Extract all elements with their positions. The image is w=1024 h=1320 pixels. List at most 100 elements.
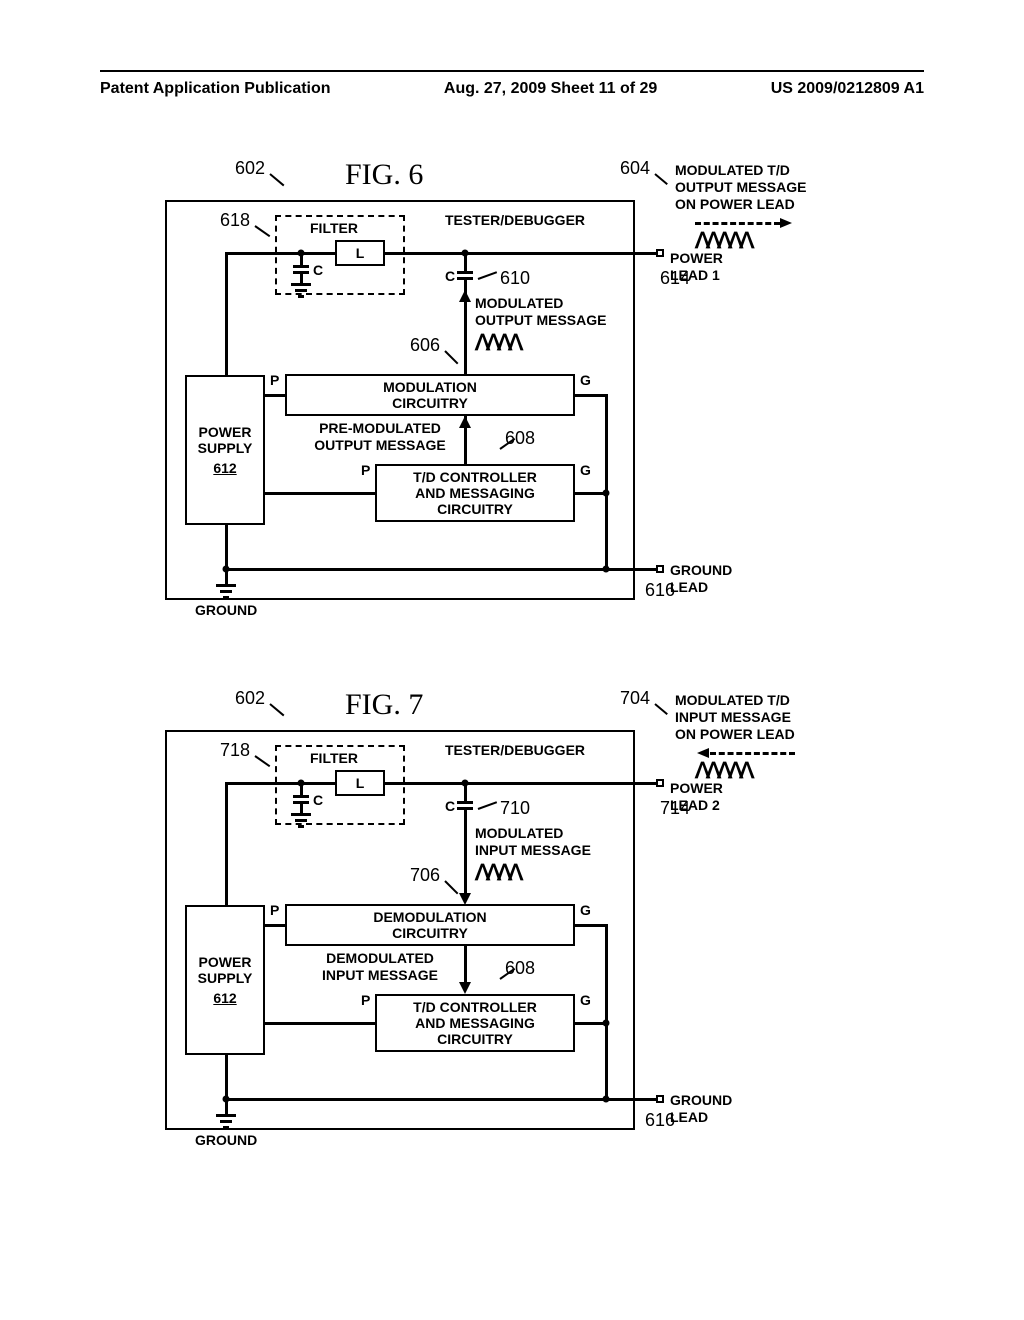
arrow-left-icon bbox=[697, 748, 709, 758]
lead-602-7 bbox=[269, 703, 284, 716]
ref-714: 714 bbox=[660, 798, 690, 819]
node-g-td bbox=[603, 490, 610, 497]
wire-c1-gnd bbox=[300, 273, 303, 283]
input-direction-arrow bbox=[710, 752, 795, 755]
label-demod-msg: DEMODULATED INPUT MESSAGE bbox=[305, 950, 455, 984]
ground-terminal bbox=[656, 565, 664, 573]
wire-ps-top bbox=[225, 252, 228, 375]
wire-demod-7 bbox=[464, 946, 467, 982]
power-bus bbox=[385, 252, 660, 255]
wire-ps-to-filter-7 bbox=[225, 782, 301, 785]
label-ground-lead-7: GROUND LEAD bbox=[670, 1092, 732, 1126]
label-ground-7: GROUND bbox=[195, 1132, 257, 1149]
label-ground-lead: GROUND LEAD bbox=[670, 562, 732, 596]
wire-c2-bot-7 bbox=[464, 809, 467, 894]
ref-616-7: 616 bbox=[645, 1110, 675, 1131]
power-bus-7 bbox=[385, 782, 660, 785]
label-ground: GROUND bbox=[195, 602, 257, 619]
label-mod-out: MODULATED OUTPUT MESSAGE bbox=[475, 295, 625, 329]
label-power-supply-7: POWER SUPPLY bbox=[198, 954, 253, 986]
ref-718: 718 bbox=[220, 740, 250, 761]
output-direction-arrow bbox=[695, 222, 780, 225]
wire-ps-gnd bbox=[225, 525, 228, 570]
ref-704: 704 bbox=[620, 688, 650, 709]
lead-602 bbox=[269, 173, 284, 186]
label-td-ctrl-7: T/D CONTROLLER AND MESSAGING CIRCUITRY bbox=[413, 999, 537, 1047]
label-filter: FILTER bbox=[310, 220, 358, 237]
wire-ps-td-7 bbox=[265, 1022, 375, 1025]
power-lead-terminal-7 bbox=[656, 779, 664, 787]
power-lead-terminal bbox=[656, 249, 664, 257]
power-supply-box: POWER SUPPLY 612 bbox=[185, 375, 265, 525]
wire-g-mod-7 bbox=[575, 924, 607, 927]
label-demod-circ: DEMODULATION CIRCUITRY bbox=[373, 909, 486, 941]
ref-604: 604 bbox=[620, 158, 650, 179]
label-tester-7: TESTER/DEBUGGER bbox=[445, 742, 585, 759]
wire-ps-mod-7 bbox=[265, 924, 285, 927]
ground-bus-7 bbox=[225, 1098, 660, 1101]
demodulation-box: DEMODULATION CIRCUITRY bbox=[285, 904, 575, 946]
wave-icon-mod-7: ᐱᐱᐱᐱ bbox=[475, 860, 519, 886]
ref-706: 706 bbox=[410, 865, 440, 886]
wire-c1-gnd-7 bbox=[300, 803, 303, 813]
wire-gnd-sym-7 bbox=[225, 1100, 228, 1114]
wire-ps-to-filter bbox=[225, 252, 301, 255]
wire-c2-top-7 bbox=[464, 783, 467, 801]
label-modulated-td: MODULATED T/D OUTPUT MESSAGE ON POWER LE… bbox=[675, 162, 835, 212]
node-g-td-7 bbox=[603, 1020, 610, 1027]
label-tester: TESTER/DEBUGGER bbox=[445, 212, 585, 229]
arrow-premod-icon bbox=[459, 416, 471, 428]
arrow-mod-out-icon bbox=[459, 290, 471, 302]
header-right: US 2009/0212809 A1 bbox=[771, 80, 924, 98]
node-gnd-g-7 bbox=[603, 1096, 610, 1103]
wave-icon-mod: ᐱᐱᐱᐱ bbox=[475, 330, 519, 356]
label-G-mod: G bbox=[580, 372, 591, 389]
inductor-box-7: L bbox=[335, 770, 385, 796]
label-mod-in-7: MODULATED INPUT MESSAGE bbox=[475, 825, 625, 859]
label-G-td: G bbox=[580, 462, 591, 479]
ref-602: 602 bbox=[235, 158, 265, 179]
ref-606: 606 bbox=[410, 335, 440, 356]
ref-710: 710 bbox=[500, 798, 530, 819]
label-C1-7: C bbox=[313, 792, 323, 809]
page-header: Patent Application Publication Aug. 27, … bbox=[0, 70, 1024, 98]
label-G-td-7: G bbox=[580, 992, 591, 1009]
label-P-td-7: P bbox=[361, 992, 370, 1009]
label-C2-7: C bbox=[445, 798, 455, 815]
ref-602-7: 602 bbox=[235, 688, 265, 709]
lead-604 bbox=[654, 173, 668, 185]
label-power-supply: POWER SUPPLY bbox=[198, 424, 253, 456]
header-left: Patent Application Publication bbox=[100, 80, 331, 98]
node-gnd-g bbox=[603, 566, 610, 573]
ref-612: 612 bbox=[213, 460, 236, 476]
power-supply-box-7: POWER SUPPLY 612 bbox=[185, 905, 265, 1055]
ref-614: 614 bbox=[660, 268, 690, 289]
label-td-ctrl: T/D CONTROLLER AND MESSAGING CIRCUITRY bbox=[413, 469, 537, 517]
arrow-right-icon bbox=[780, 218, 792, 228]
wire-filter-left bbox=[300, 252, 335, 255]
label-modulated-td-7: MODULATED T/D INPUT MESSAGE ON POWER LEA… bbox=[675, 692, 835, 742]
td-controller-box-7: T/D CONTROLLER AND MESSAGING CIRCUITRY bbox=[375, 994, 575, 1052]
header-center: Aug. 27, 2009 Sheet 11 of 29 bbox=[444, 80, 657, 98]
inductor-box: L bbox=[335, 240, 385, 266]
label-C1: C bbox=[313, 262, 323, 279]
wire-g-mod bbox=[575, 394, 607, 397]
ground-bus bbox=[225, 568, 660, 571]
wire-ps-gnd-7 bbox=[225, 1055, 228, 1100]
td-controller-box: T/D CONTROLLER AND MESSAGING CIRCUITRY bbox=[375, 464, 575, 522]
wire-ps-top-7 bbox=[225, 782, 228, 905]
ref-608-7: 608 bbox=[505, 958, 535, 979]
ground-terminal-7 bbox=[656, 1095, 664, 1103]
wire-ps-td bbox=[265, 492, 375, 495]
label-mod-circ: MODULATION CIRCUITRY bbox=[383, 379, 477, 411]
arrow-demod-icon bbox=[459, 982, 471, 994]
ref-612-7: 612 bbox=[213, 990, 236, 1006]
label-P-mod: P bbox=[270, 372, 279, 389]
wire-g-v-7 bbox=[605, 924, 608, 1100]
fig7-title: FIG. 7 bbox=[345, 688, 423, 722]
fig6-title: FIG. 6 bbox=[345, 158, 423, 192]
ref-608: 608 bbox=[505, 428, 535, 449]
ref-616: 616 bbox=[645, 580, 675, 601]
wire-c2-top bbox=[464, 253, 467, 271]
ref-610: 610 bbox=[500, 268, 530, 289]
